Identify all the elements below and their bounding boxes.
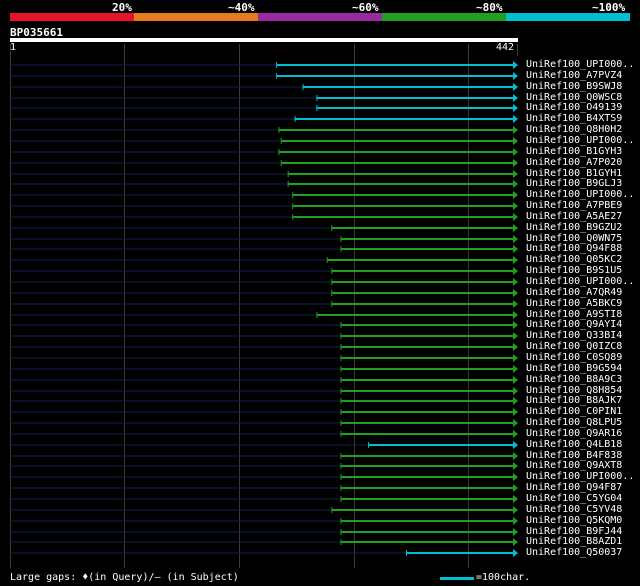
hit-label[interactable]: UniRef100_UPI000.. bbox=[526, 471, 634, 482]
hit-label[interactable]: UniRef100_Q94F87 bbox=[526, 482, 622, 493]
hit-label[interactable]: UniRef100_Q9AYI4 bbox=[526, 319, 622, 330]
hit-label[interactable]: UniRef100_O49139 bbox=[526, 102, 622, 113]
hit-arrow-icon bbox=[513, 224, 518, 232]
hit-arrow-icon bbox=[513, 506, 518, 514]
hit-label[interactable]: UniRef100_C5YV48 bbox=[526, 504, 622, 515]
hit-arrow-icon bbox=[513, 321, 518, 329]
hit-label[interactable]: UniRef100_B8AJK7 bbox=[526, 395, 622, 406]
hit-label[interactable]: UniRef100_Q94F88 bbox=[526, 243, 622, 254]
hit-arrow-icon bbox=[513, 191, 518, 199]
hit-arrow-icon bbox=[513, 180, 518, 188]
hit-arrow-icon bbox=[513, 213, 518, 221]
hit-arrow-icon bbox=[513, 104, 518, 112]
hit-label[interactable]: UniRef100_A5AE27 bbox=[526, 211, 622, 222]
hit-arrow-icon bbox=[513, 484, 518, 492]
hit-arrow-icon bbox=[513, 408, 518, 416]
hit-label[interactable]: UniRef100_B9S1U5 bbox=[526, 265, 622, 276]
hit-arrow-icon bbox=[513, 495, 518, 503]
hit-label[interactable]: UniRef100_Q8LPU5 bbox=[526, 417, 622, 428]
hit-arrow-icon bbox=[513, 148, 518, 156]
scale-bar bbox=[440, 577, 474, 580]
hit-label[interactable]: UniRef100_C0PIN1 bbox=[526, 406, 622, 417]
hit-arrow-icon bbox=[513, 452, 518, 460]
hit-arrow-icon bbox=[513, 430, 518, 438]
hit-label[interactable]: UniRef100_Q50037 bbox=[526, 547, 622, 558]
hit-label[interactable]: UniRef100_B1GYH3 bbox=[526, 146, 622, 157]
hit-label[interactable]: UniRef100_Q8H0H2 bbox=[526, 124, 622, 135]
hit-arrow-icon bbox=[513, 289, 518, 297]
hit-arrow-icon bbox=[513, 343, 518, 351]
hit-label[interactable]: UniRef100_UPI000.. bbox=[526, 276, 634, 287]
hit-arrow-icon bbox=[513, 311, 518, 319]
hit-label[interactable]: UniRef100_Q5KQM0 bbox=[526, 515, 622, 526]
hit-label[interactable]: UniRef100_B9SWJ8 bbox=[526, 81, 622, 92]
gaps-legend: Large gaps: ♦(in Query)/– (in Subject) bbox=[10, 572, 239, 583]
hit-arrow-icon bbox=[513, 300, 518, 308]
hit-arrow-icon bbox=[513, 419, 518, 427]
hit-arrow-icon bbox=[513, 517, 518, 525]
hit-arrow-icon bbox=[513, 137, 518, 145]
hit-arrow-icon bbox=[513, 473, 518, 481]
hit-arrow-icon bbox=[513, 267, 518, 275]
hit-label[interactable]: UniRef100_B9GLJ3 bbox=[526, 178, 622, 189]
hit-label[interactable]: UniRef100_UPI000.. bbox=[526, 59, 634, 70]
hit-arrow-icon bbox=[513, 528, 518, 536]
hit-arrow-icon bbox=[513, 94, 518, 102]
hit-arrow-icon bbox=[513, 549, 518, 557]
hit-arrow-icon bbox=[513, 365, 518, 373]
hit-arrow-icon bbox=[513, 387, 518, 395]
hit-label[interactable]: UniRef100_A7PBE9 bbox=[526, 200, 622, 211]
hit-arrow-icon bbox=[513, 245, 518, 253]
hit-arrow-icon bbox=[513, 126, 518, 134]
hit-label[interactable]: UniRef100_A7QR49 bbox=[526, 287, 622, 298]
hit-label[interactable]: UniRef100_A7P020 bbox=[526, 157, 622, 168]
hit-arrow-icon bbox=[513, 159, 518, 167]
hit-label[interactable]: UniRef100_B8A9C3 bbox=[526, 374, 622, 385]
hit-label[interactable]: UniRef100_B9G594 bbox=[526, 363, 622, 374]
hit-arrow-icon bbox=[513, 115, 518, 123]
hit-arrow-icon bbox=[513, 202, 518, 210]
hit-label[interactable]: UniRef100_A5BKC9 bbox=[526, 298, 622, 309]
hit-label[interactable]: UniRef100_B4XTS9 bbox=[526, 113, 622, 124]
blast-alignment-view: 20% ~40% ~60% ~80% ~100% BP035661 1 442 … bbox=[0, 0, 640, 586]
hit-arrow-icon bbox=[513, 376, 518, 384]
hit-label[interactable]: UniRef100_Q33BI4 bbox=[526, 330, 622, 341]
hit-label[interactable]: UniRef100_Q9AXT8 bbox=[526, 460, 622, 471]
hit-arrow-icon bbox=[513, 462, 518, 470]
hit-label[interactable]: UniRef100_C5YG04 bbox=[526, 493, 622, 504]
hit-arrow-icon bbox=[513, 72, 518, 80]
hit-label[interactable]: UniRef100_Q05KC2 bbox=[526, 254, 622, 265]
hit-label[interactable]: UniRef100_A7PVZ4 bbox=[526, 70, 622, 81]
hit-label[interactable]: UniRef100_C0SQ89 bbox=[526, 352, 622, 363]
scale-text: =100char. bbox=[476, 572, 531, 583]
hit-label[interactable]: UniRef100_Q4LB18 bbox=[526, 439, 622, 450]
hit-arrow-icon bbox=[513, 332, 518, 340]
hit-arrow-icon bbox=[513, 278, 518, 286]
hit-label[interactable]: UniRef100_UPI000.. bbox=[526, 135, 634, 146]
hit-arrow-icon bbox=[513, 538, 518, 546]
hit-label[interactable]: UniRef100_B8AZD1 bbox=[526, 536, 622, 547]
hit-arrow-icon bbox=[513, 397, 518, 405]
hit-arrow-icon bbox=[513, 170, 518, 178]
hit-label[interactable]: UniRef100_UPI000.. bbox=[526, 189, 634, 200]
hit-arrow-icon bbox=[513, 61, 518, 69]
hit-arrow-icon bbox=[513, 441, 518, 449]
hit-arrow-icon bbox=[513, 256, 518, 264]
hit-arrow-icon bbox=[513, 354, 518, 362]
hit-label[interactable]: UniRef100_Q9AR16 bbox=[526, 428, 622, 439]
hit-arrow-icon bbox=[513, 83, 518, 91]
hit-label[interactable]: UniRef100_B9GZU2 bbox=[526, 222, 622, 233]
hit-label[interactable]: UniRef100_Q0IZC8 bbox=[526, 341, 622, 352]
hit-arrow-icon bbox=[513, 235, 518, 243]
